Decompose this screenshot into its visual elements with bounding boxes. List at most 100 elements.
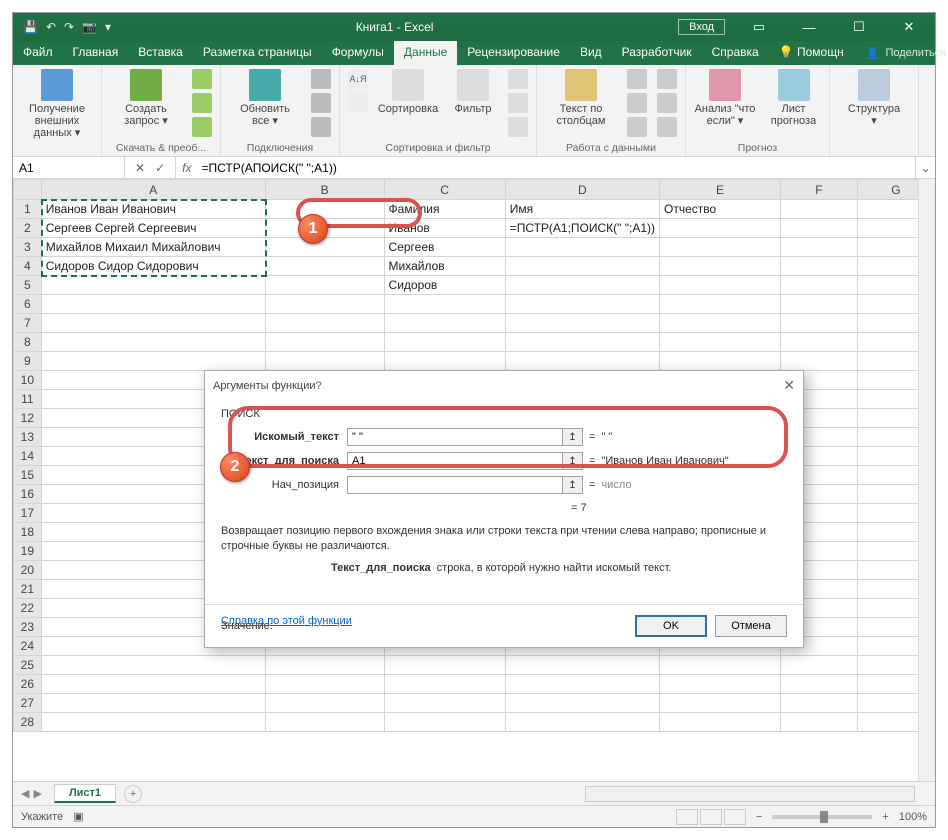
- cancel-button[interactable]: Отмена: [715, 615, 787, 637]
- function-help-link[interactable]: Справка по этой функции: [205, 615, 368, 639]
- cell[interactable]: [265, 276, 384, 295]
- row-header[interactable]: 12: [14, 409, 42, 428]
- cell[interactable]: [265, 314, 384, 333]
- minimize-button[interactable]: —: [787, 17, 831, 37]
- dialog-close-icon[interactable]: ✕: [783, 377, 795, 394]
- reapply-button[interactable]: [508, 93, 528, 113]
- cell[interactable]: [505, 333, 659, 352]
- cell[interactable]: [505, 314, 659, 333]
- horizontal-scrollbar[interactable]: [585, 786, 915, 802]
- cell[interactable]: [781, 276, 858, 295]
- save-icon[interactable]: 💾: [23, 20, 38, 34]
- row-header[interactable]: 7: [14, 314, 42, 333]
- from-table-button[interactable]: [192, 93, 212, 113]
- row-header[interactable]: 19: [14, 542, 42, 561]
- tab-insert[interactable]: Вставка: [128, 41, 193, 65]
- cell[interactable]: [660, 276, 781, 295]
- ribbon-display-icon[interactable]: ▭: [737, 17, 781, 37]
- cell[interactable]: [505, 238, 659, 257]
- row-header[interactable]: 8: [14, 333, 42, 352]
- tab-developer[interactable]: Разработчик: [612, 41, 702, 65]
- cell[interactable]: [505, 675, 659, 694]
- formula-input[interactable]: =ПСТР(AПОИСК(" ";A1)): [197, 161, 915, 175]
- tab-page-layout[interactable]: Разметка страницы: [193, 41, 322, 65]
- ok-button[interactable]: OK: [635, 615, 707, 637]
- tab-home[interactable]: Главная: [63, 41, 129, 65]
- share-button[interactable]: 👤 Поделиться: [854, 41, 948, 65]
- outline-button[interactable]: Структура ▾: [838, 69, 910, 127]
- qat-dropdown-icon[interactable]: ▾: [105, 20, 111, 34]
- cell[interactable]: [781, 656, 858, 675]
- close-button[interactable]: ✕: [887, 17, 931, 37]
- cell[interactable]: [41, 694, 265, 713]
- maximize-button[interactable]: ☐: [837, 17, 881, 37]
- cell[interactable]: [781, 314, 858, 333]
- col-header[interactable]: E: [660, 180, 781, 200]
- arg1-range-picker-icon[interactable]: ↥: [563, 428, 583, 446]
- login-button[interactable]: Вход: [678, 19, 725, 35]
- zoom-out-icon[interactable]: −: [756, 811, 762, 823]
- cell[interactable]: [660, 694, 781, 713]
- cell[interactable]: [505, 713, 659, 732]
- cell[interactable]: [660, 257, 781, 276]
- cell[interactable]: Сидоров: [384, 276, 505, 295]
- redo-icon[interactable]: ↷: [64, 20, 74, 34]
- tab-data[interactable]: Данные: [394, 41, 457, 65]
- row-header[interactable]: 24: [14, 637, 42, 656]
- flash-fill-button[interactable]: [627, 69, 647, 89]
- row-header[interactable]: 17: [14, 504, 42, 523]
- view-page-layout-icon[interactable]: [700, 809, 722, 825]
- advanced-filter-button[interactable]: [508, 117, 528, 137]
- clear-filter-button[interactable]: [508, 69, 528, 89]
- select-all-corner[interactable]: [14, 180, 42, 200]
- sheet-nav-next-icon[interactable]: ▶: [33, 787, 41, 800]
- col-header[interactable]: B: [265, 180, 384, 200]
- cell[interactable]: [265, 713, 384, 732]
- cell[interactable]: [384, 694, 505, 713]
- camera-icon[interactable]: 📷: [82, 20, 97, 34]
- cell[interactable]: Михайлов Михаил Михайлович: [41, 238, 265, 257]
- dialog-help-icon[interactable]: ?: [316, 380, 322, 392]
- data-validation-button[interactable]: [627, 117, 647, 137]
- cell[interactable]: [41, 333, 265, 352]
- edit-links-button[interactable]: [311, 117, 331, 137]
- vertical-scrollbar[interactable]: [918, 179, 935, 781]
- row-header[interactable]: 28: [14, 713, 42, 732]
- cell[interactable]: [384, 713, 505, 732]
- remove-duplicates-button[interactable]: [627, 93, 647, 113]
- row-header[interactable]: 14: [14, 447, 42, 466]
- insert-function-button[interactable]: fx: [176, 161, 197, 175]
- cell[interactable]: [41, 713, 265, 732]
- cancel-edit-icon[interactable]: ✕: [135, 161, 145, 175]
- cell[interactable]: [505, 257, 659, 276]
- cell[interactable]: [265, 238, 384, 257]
- cell[interactable]: [781, 257, 858, 276]
- undo-icon[interactable]: ↶: [46, 20, 56, 34]
- properties-button[interactable]: [311, 93, 331, 113]
- cell[interactable]: Фамилия: [384, 200, 505, 219]
- cell[interactable]: [384, 656, 505, 675]
- cell[interactable]: [265, 352, 384, 371]
- consolidate-button[interactable]: [657, 69, 677, 89]
- relationships-button[interactable]: [657, 93, 677, 113]
- cell[interactable]: [265, 656, 384, 675]
- manage-data-model-button[interactable]: [657, 117, 677, 137]
- col-header[interactable]: A: [41, 180, 265, 200]
- recent-sources-button[interactable]: [192, 117, 212, 137]
- row-header[interactable]: 23: [14, 618, 42, 637]
- tab-help[interactable]: Справка: [702, 41, 769, 65]
- col-header[interactable]: C: [384, 180, 505, 200]
- cell[interactable]: [781, 219, 858, 238]
- row-header[interactable]: 16: [14, 485, 42, 504]
- cell[interactable]: [781, 352, 858, 371]
- row-header[interactable]: 1: [14, 200, 42, 219]
- cell[interactable]: [384, 295, 505, 314]
- cell[interactable]: [265, 295, 384, 314]
- row-header[interactable]: 2: [14, 219, 42, 238]
- cell[interactable]: [41, 276, 265, 295]
- cell[interactable]: [660, 352, 781, 371]
- row-header[interactable]: 27: [14, 694, 42, 713]
- arg1-input[interactable]: [347, 428, 563, 446]
- arg3-range-picker-icon[interactable]: ↥: [563, 476, 583, 494]
- cell[interactable]: [781, 333, 858, 352]
